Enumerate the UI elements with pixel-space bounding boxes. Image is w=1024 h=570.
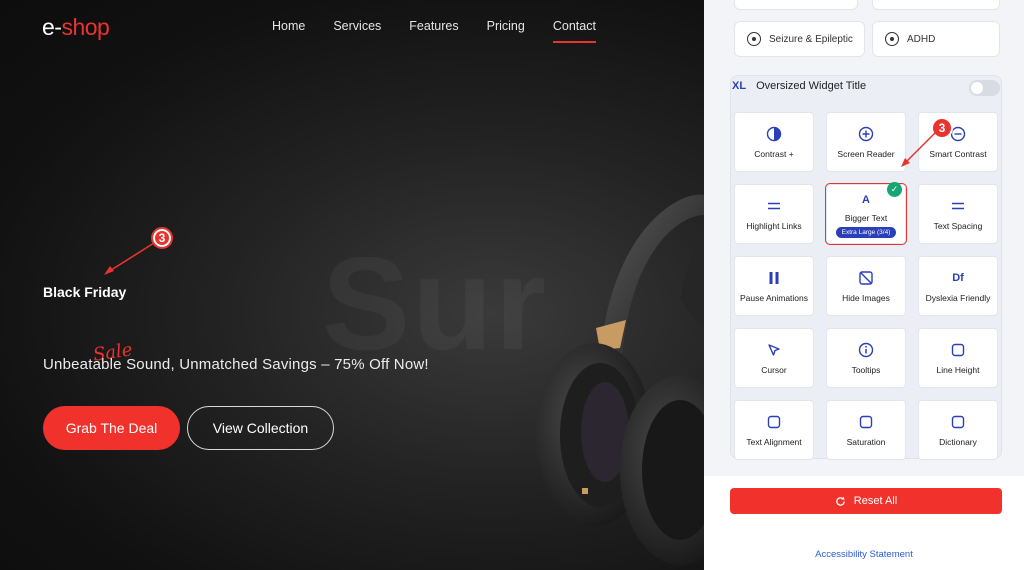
- profile-card-partial[interactable]: [734, 0, 858, 10]
- panel-footer: Reset All Accessibility Statement: [704, 476, 1024, 570]
- profile-seizure-epileptic[interactable]: Seizure & Epileptic: [734, 21, 865, 57]
- tile-cursor[interactable]: Cursor: [734, 328, 814, 388]
- cursor-icon: [767, 341, 781, 359]
- tile-label: Bigger Text: [844, 212, 888, 223]
- reset-icon: [836, 496, 845, 506]
- nav-features[interactable]: Features: [409, 19, 458, 43]
- headphones-image: [536, 194, 704, 565]
- tile-label: Tooltips: [851, 365, 881, 375]
- main-nav: Home Services Features Pricing Contact: [272, 19, 624, 43]
- square-icon: [951, 413, 965, 431]
- profile-adhd[interactable]: ADHD: [872, 21, 1000, 57]
- square-icon: [951, 341, 965, 359]
- info-icon: [858, 341, 874, 359]
- tile-pause-animations[interactable]: Pause Animations: [734, 256, 814, 316]
- logo-e: e: [42, 14, 55, 40]
- tile-label: Saturation: [846, 437, 886, 447]
- size-tag: XL: [732, 80, 747, 92]
- tile-highlight-links[interactable]: Highlight Links: [734, 184, 814, 244]
- widget-title: Oversized Widget Title: [756, 80, 867, 92]
- tile-label: Highlight Links: [746, 221, 802, 231]
- plus-circle-icon: [858, 125, 874, 143]
- text-size-level-badge: Extra Large (3/4): [835, 226, 897, 238]
- tile-line-height[interactable]: Line Height: [918, 328, 998, 388]
- tile-dyslexia-friendly[interactable]: Df Dyslexia Friendly: [918, 256, 998, 316]
- tile-label: Hide Images: [842, 293, 890, 303]
- logo-shop: shop: [61, 14, 110, 40]
- tile-label: Dictionary: [939, 437, 977, 447]
- tile-label: Dyslexia Friendly: [925, 293, 991, 303]
- square-icon: [859, 413, 873, 431]
- profile-label: ADHD: [907, 33, 936, 45]
- tile-contrast-plus[interactable]: Contrast +: [734, 112, 814, 172]
- nav-services[interactable]: Services: [333, 19, 381, 43]
- tile-label: Text Spacing: [933, 221, 983, 231]
- tile-bigger-text[interactable]: ✓ A Bigger Text Extra Large (3/4): [825, 182, 907, 245]
- pause-icon: [768, 269, 780, 287]
- equals-icon: [767, 197, 781, 215]
- hero-tagline: Unbeatable Sound, Unmatched Savings – 75…: [43, 356, 429, 373]
- tile-label: Cursor: [761, 365, 787, 375]
- tile-dictionary[interactable]: Dictionary: [918, 400, 998, 460]
- feature-grid: Contrast + Screen Reader Smart Contrast …: [734, 112, 998, 460]
- grab-deal-button[interactable]: Grab The Deal: [43, 406, 180, 450]
- site-logo[interactable]: e-shop: [42, 14, 110, 41]
- tile-saturation[interactable]: Saturation: [826, 400, 906, 460]
- tile-label: Contrast +: [754, 149, 794, 159]
- profile-label: Seizure & Epileptic: [769, 33, 853, 45]
- profile-card-partial[interactable]: [872, 0, 1000, 10]
- hide-image-icon: [858, 269, 874, 287]
- view-collection-button[interactable]: View Collection: [187, 406, 334, 450]
- df-icon: Df: [952, 272, 964, 284]
- accessibility-statement-link[interactable]: Accessibility Statement: [704, 549, 1024, 560]
- contrast-icon: [766, 125, 782, 143]
- tile-text-alignment[interactable]: Text Alignment: [734, 400, 814, 460]
- reset-all-button[interactable]: Reset All: [730, 488, 1002, 514]
- equals-icon: [951, 197, 965, 215]
- check-icon: ✓: [887, 182, 902, 197]
- tile-label: Line Height: [936, 365, 980, 375]
- callout-arrow: [104, 242, 155, 275]
- accessibility-panel: Seizure & Epileptic ADHD XL Oversized Wi…: [704, 0, 1024, 570]
- callout-arrow: [901, 132, 936, 167]
- tile-screen-reader[interactable]: Screen Reader: [826, 112, 906, 172]
- letter-a-icon: A: [862, 193, 870, 206]
- nav-pricing[interactable]: Pricing: [487, 19, 525, 43]
- target-icon: [885, 32, 899, 46]
- reset-label: Reset All: [853, 495, 898, 507]
- tile-text-spacing[interactable]: Text Spacing: [918, 184, 998, 244]
- tile-label: Text Alignment: [746, 437, 802, 447]
- oversized-widget-toggle[interactable]: [969, 80, 1000, 96]
- hero-section: e-shop Home Services Features Pricing Co…: [0, 0, 704, 570]
- nav-home[interactable]: Home: [272, 19, 305, 43]
- tile-label: Screen Reader: [837, 149, 895, 159]
- nav-contact[interactable]: Contact: [552, 19, 597, 43]
- tile-tooltips[interactable]: Tooltips: [826, 328, 906, 388]
- tile-hide-images[interactable]: Hide Images: [826, 256, 906, 316]
- hero-headline: Black Friday: [43, 284, 127, 300]
- square-icon: [767, 413, 781, 431]
- oversized-widget-row: XL Oversized Widget Title: [732, 80, 866, 92]
- target-icon: [747, 32, 761, 46]
- tile-label: Pause Animations: [739, 293, 809, 303]
